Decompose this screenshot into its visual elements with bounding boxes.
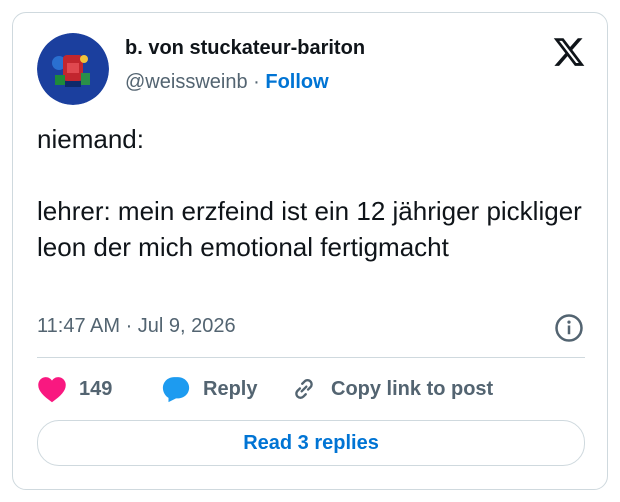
copy-link-button[interactable]: Copy link to post xyxy=(289,373,493,405)
info-icon[interactable] xyxy=(554,313,584,343)
like-button[interactable]: 149 xyxy=(37,373,112,405)
tweet-text: niemand: lehrer: mein erzfeind ist ein 1… xyxy=(37,121,585,265)
avatar[interactable] xyxy=(37,33,109,105)
author-handle[interactable]: @weissweinb xyxy=(125,71,248,93)
like-count: 149 xyxy=(79,377,113,400)
copy-link-label: Copy link to post xyxy=(331,377,494,400)
tweet-timestamp[interactable]: 11:47 AM · Jul 9, 2026 xyxy=(37,315,236,338)
reply-button[interactable]: Reply xyxy=(161,373,257,405)
link-icon xyxy=(295,379,313,399)
tweet-line: lehrer: mein erzfeind ist ein 12 jährige… xyxy=(37,196,582,262)
divider xyxy=(37,357,585,358)
read-replies-button[interactable]: Read 3 replies xyxy=(37,420,585,466)
speech-bubble-icon xyxy=(162,377,190,403)
author-handle-line: @weissweinb · Follow xyxy=(125,71,329,94)
author-display-name[interactable]: b. von stuckateur-bariton xyxy=(125,37,365,60)
follow-button[interactable]: Follow xyxy=(265,71,328,93)
x-logo-icon[interactable] xyxy=(552,35,586,69)
tweet-embed-card: b. von stuckateur-bariton @weissweinb · … xyxy=(12,12,608,490)
reply-label: Reply xyxy=(203,377,258,400)
heart-icon xyxy=(38,377,66,403)
handle-separator: · xyxy=(253,71,260,93)
tweet-line: niemand: xyxy=(37,124,144,154)
avatar-image xyxy=(37,33,109,105)
